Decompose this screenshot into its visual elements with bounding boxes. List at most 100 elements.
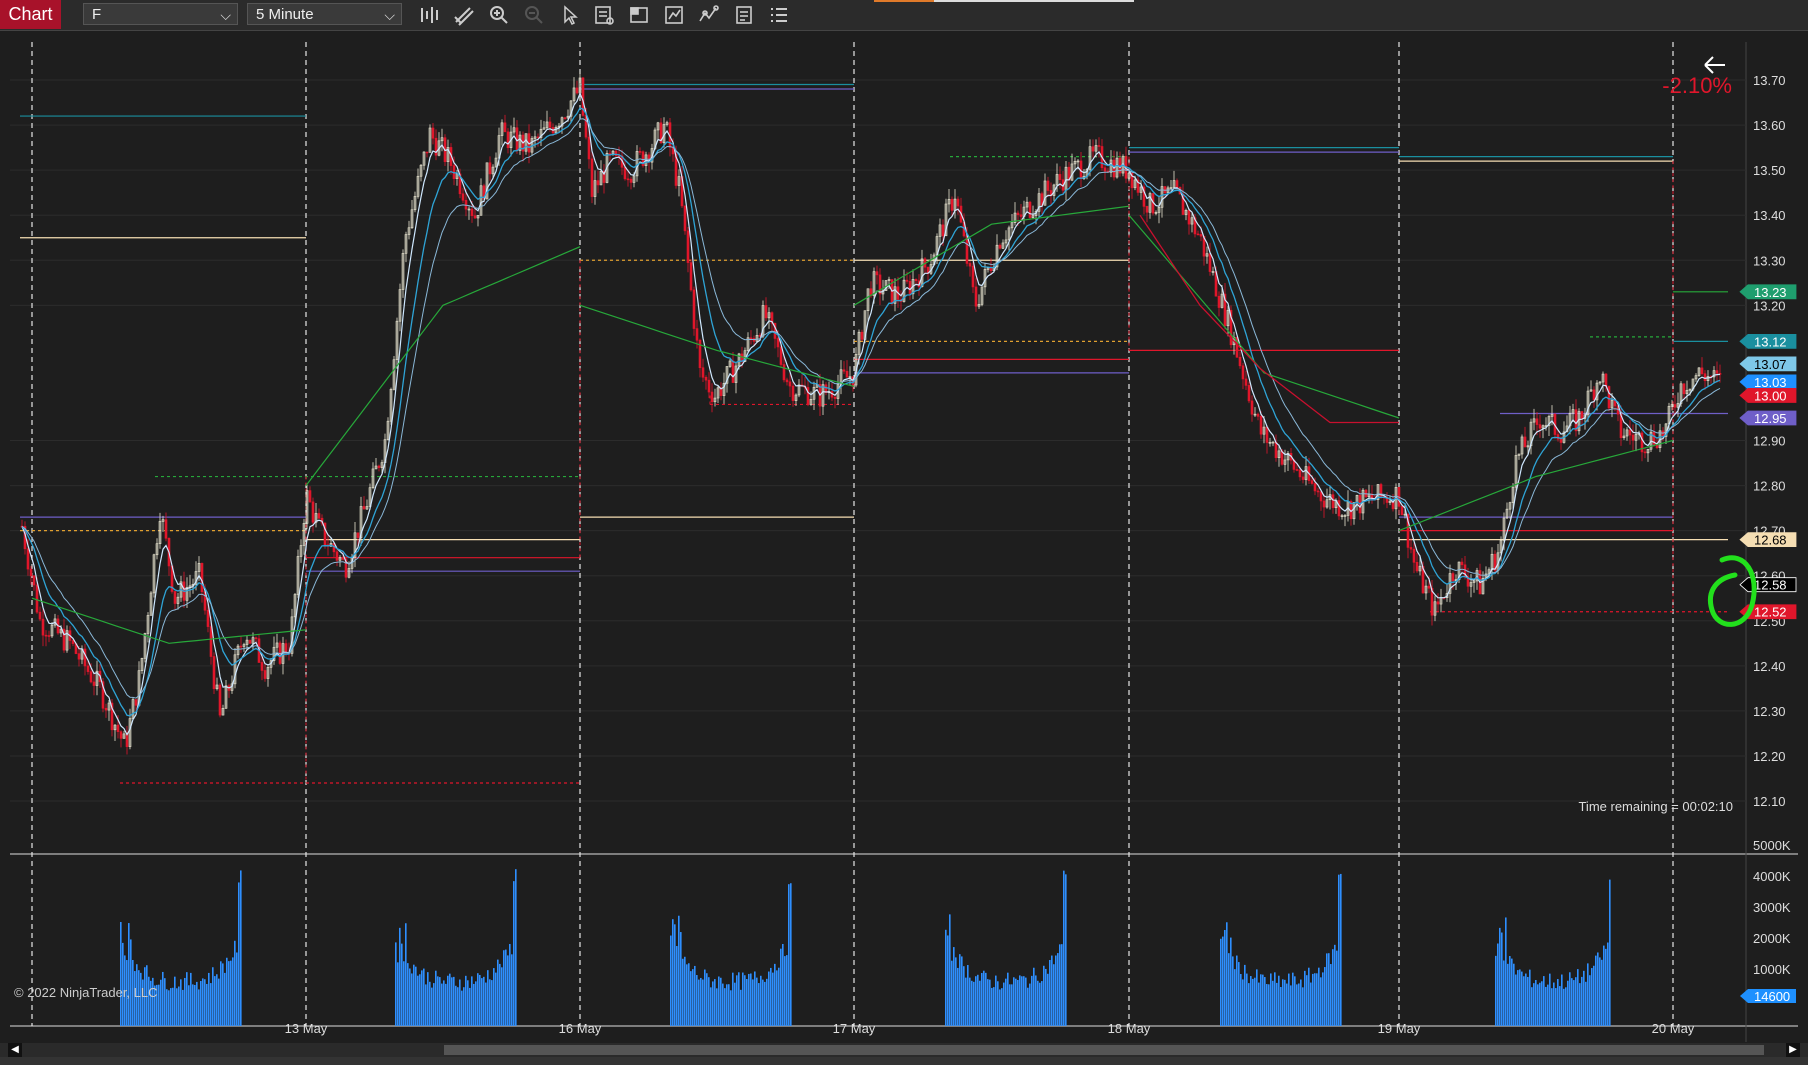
candle-body (731, 360, 735, 383)
volume-tick-label: 1000K (1753, 962, 1791, 977)
strategies-icon[interactable] (661, 3, 687, 27)
candle-body (1256, 413, 1260, 417)
drawing-tools-icon[interactable] (451, 3, 477, 27)
scroll-left-icon[interactable]: ◀ (8, 1043, 22, 1057)
volume-bar (957, 967, 959, 1026)
candle-body (1460, 561, 1464, 566)
list-icon[interactable] (766, 3, 792, 27)
candle-body (971, 265, 975, 288)
volume-bar (1266, 984, 1268, 1026)
volume-bar (435, 970, 437, 1026)
pointer-icon[interactable] (556, 3, 582, 27)
volume-bar (1258, 982, 1260, 1026)
volume-bar (790, 883, 792, 1026)
volume-bar (780, 948, 782, 1026)
strategy-analyzer-icon[interactable] (731, 3, 757, 27)
volume-bar (443, 980, 445, 1026)
candle (1028, 200, 1032, 220)
volume-bar (722, 983, 724, 1026)
price-tick-label: 13.20 (1753, 298, 1786, 313)
candle-body (686, 230, 690, 263)
candle-body (86, 665, 90, 672)
volume-bar (1340, 873, 1342, 1026)
volume-bar (969, 977, 971, 1026)
volume-bar (1597, 952, 1599, 1026)
volume-bar (202, 978, 204, 1026)
bar-type-icon[interactable] (416, 3, 442, 27)
candle-body (1643, 451, 1647, 454)
volume-bar (1063, 870, 1065, 1026)
volume-bar (674, 924, 676, 1026)
volume-bar (736, 975, 738, 1026)
scroll-right-icon[interactable]: ▶ (1786, 1043, 1800, 1057)
candle-body (335, 551, 339, 561)
volume-bar (395, 942, 397, 1026)
date-tick-label: 19 May (1378, 1021, 1421, 1036)
candle-body (32, 575, 36, 586)
candle-body (1400, 506, 1404, 516)
volume-bar (1603, 945, 1605, 1026)
price-tick-label: 12.40 (1753, 659, 1786, 674)
volume-marker-label: 14600 (1754, 989, 1790, 1004)
zoom-out-icon[interactable] (521, 3, 547, 27)
candle-body (461, 193, 465, 201)
volume-bar (457, 987, 459, 1026)
volume-bar (694, 965, 696, 1026)
candle-body (1322, 500, 1326, 508)
candle-body (200, 563, 204, 593)
volume-bar (1605, 948, 1607, 1026)
volume-bar (1274, 972, 1276, 1026)
candle-body (26, 548, 30, 570)
data-box-icon[interactable] (591, 3, 617, 27)
volume-bar (439, 977, 441, 1026)
candle-body (575, 87, 579, 94)
candle-body (431, 127, 435, 139)
volume-bar (1525, 973, 1527, 1026)
candle-body (1217, 295, 1221, 308)
chart-tab[interactable]: Chart (0, 0, 61, 29)
volume-bar (1272, 980, 1274, 1026)
volume-bar (174, 976, 176, 1026)
volume-bar (1567, 980, 1569, 1026)
volume-bar (196, 981, 198, 1026)
volume-bar (959, 954, 961, 1026)
volume-bar (1009, 984, 1011, 1026)
price-tick-label: 12.10 (1753, 794, 1786, 809)
price-marker-label: 12.52 (1754, 605, 1787, 620)
candle-body (683, 205, 687, 232)
volume-bar (1268, 984, 1270, 1026)
volume-bar (1276, 982, 1278, 1026)
candle-body (311, 501, 315, 523)
properties-icon[interactable] (626, 3, 652, 27)
volume-bar (690, 971, 692, 1026)
volume-bar (1300, 979, 1302, 1026)
price-chart[interactable]: 13.70 13.60 13.50 13.40 13.30 13.20 12.90 12.80… (0, 30, 1808, 1043)
volume-bar (1308, 967, 1310, 1026)
volume-bar (168, 990, 170, 1026)
volume-bar (1324, 967, 1326, 1026)
scrollbar-thumb[interactable] (444, 1045, 1764, 1055)
horizontal-scrollbar[interactable]: ◀ ▶ (0, 1043, 1808, 1057)
candle-body (701, 367, 705, 378)
instrument-selector[interactable]: F ⌵ (83, 3, 238, 25)
volume-bar (1547, 984, 1549, 1026)
volume-bar (1304, 970, 1306, 1026)
volume-bar (182, 989, 184, 1026)
indicators-icon[interactable] (696, 3, 722, 27)
interval-selector[interactable]: 5 Minute ⌵ (247, 3, 402, 25)
volume-bar (1286, 983, 1288, 1026)
candle-body (260, 662, 264, 671)
volume-bar (700, 977, 702, 1026)
volume-bar (750, 973, 752, 1026)
volume-bar (479, 974, 481, 1026)
volume-bar (180, 979, 182, 1026)
volume-bar (1298, 983, 1300, 1026)
zoom-in-icon[interactable] (486, 3, 512, 27)
volume-bar (993, 987, 995, 1026)
volume-bar (1519, 969, 1521, 1026)
candle (689, 259, 693, 292)
candle-body (1028, 201, 1032, 218)
volume-bar (682, 958, 684, 1026)
volume-bar (1565, 987, 1567, 1026)
volume-bar (1031, 975, 1033, 1026)
